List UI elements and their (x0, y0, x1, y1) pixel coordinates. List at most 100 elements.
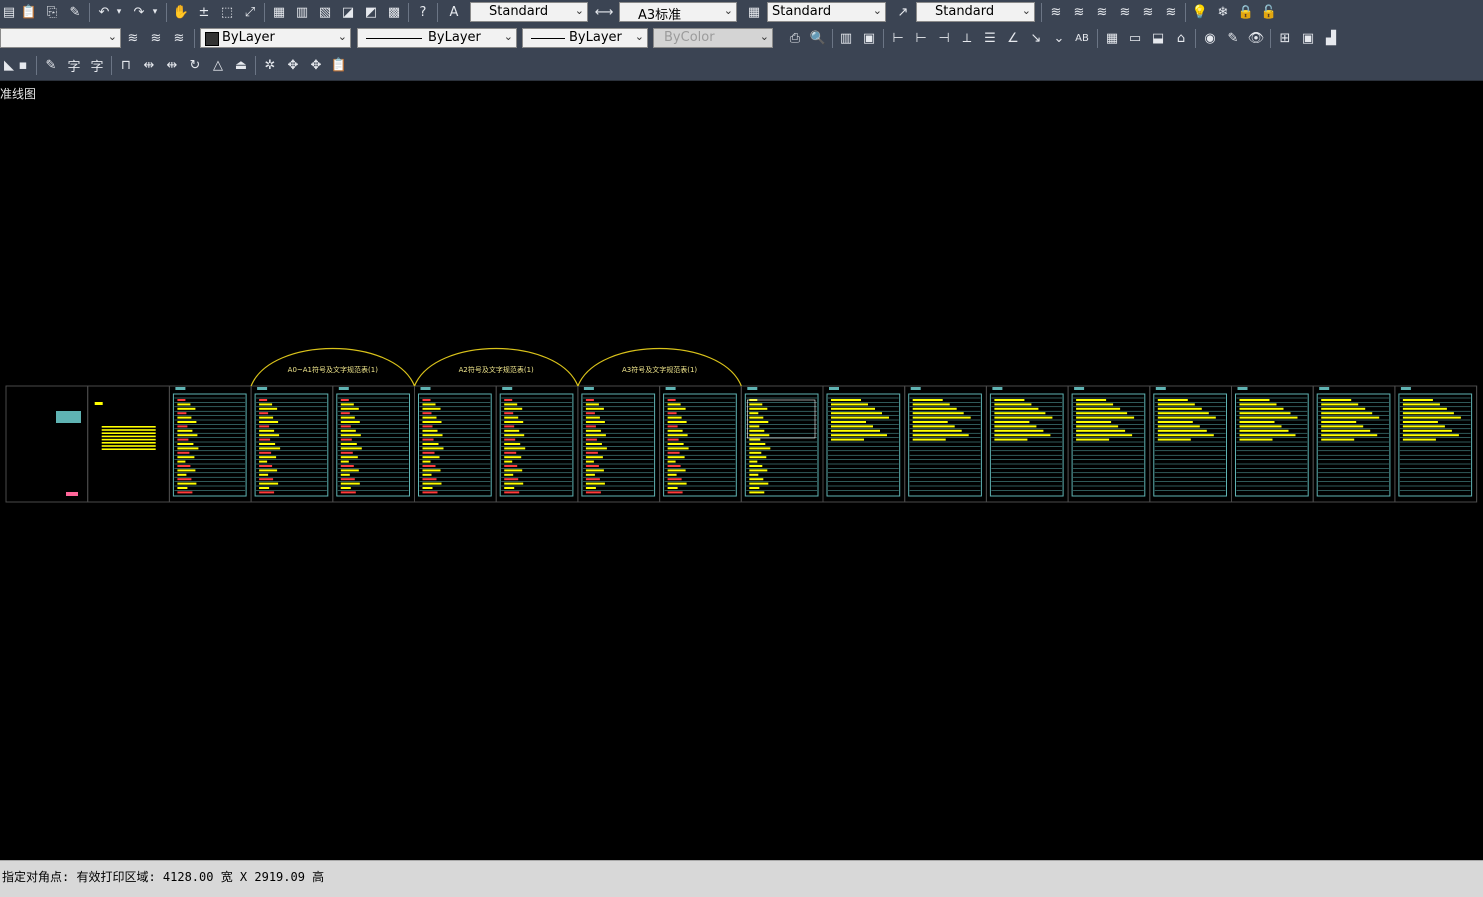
point-icon[interactable]: ▪ (14, 56, 32, 74)
sheet-text-line (259, 425, 270, 428)
paste-icon[interactable]: 📋 (20, 3, 38, 21)
sheet-text-line (1402, 438, 1436, 441)
insert-block-icon[interactable]: ⌂ (1172, 29, 1190, 47)
dim-text-edit-icon[interactable]: AB (1073, 29, 1091, 47)
match-properties-icon[interactable]: ✎ (66, 3, 84, 21)
text-find-icon[interactable]: 字 (88, 56, 106, 75)
design-center-icon[interactable]: ▥ (293, 3, 311, 21)
color-select[interactable]: ByLayer ⌄ (200, 28, 351, 48)
columns-icon[interactable]: ▥ (837, 29, 855, 47)
zoom-window-icon[interactable]: ⬚ (218, 3, 236, 21)
multileader-style-select[interactable]: Standard ⌄ (916, 2, 1035, 22)
layer-unisolate-icon[interactable]: ≋ (1116, 3, 1134, 21)
layer-previous-icon[interactable]: ≋ (170, 29, 188, 47)
redo-dropdown-icon[interactable]: ▾ (150, 3, 160, 21)
sheet-set-icon[interactable]: ◪ (339, 3, 357, 21)
new-file-icon[interactable]: ▤ (0, 3, 18, 21)
leader-icon[interactable]: ↘ (1027, 29, 1045, 47)
grid-icon[interactable]: ⊞ (1276, 29, 1294, 47)
zoom-previous-icon[interactable]: ⤢ (241, 3, 259, 21)
sheet-text-line (177, 451, 190, 454)
sheet-text-line (585, 451, 598, 454)
drawing-canvas[interactable]: 准线图 A0~A1符号及文字规范表(1) A2符号及文字规范表(1) A3符号及文字… (0, 81, 1483, 860)
sheet-text-line (1157, 412, 1209, 415)
chevron-down-icon: ⌄ (723, 4, 733, 17)
layer-off-icon[interactable]: 💡 (1191, 3, 1209, 21)
sheet-text-line (1076, 416, 1135, 419)
sheet-text-line (585, 491, 601, 494)
separator (166, 3, 167, 22)
table-style-select[interactable]: Standard ⌄ (767, 2, 886, 22)
edit-icon[interactable]: ✎ (1224, 29, 1242, 47)
align-icon[interactable]: ⏏ (232, 56, 250, 74)
mirror-icon[interactable]: △ (209, 56, 227, 74)
plot-style-value: ByColor (664, 30, 715, 45)
linetype-select[interactable]: ByLayer ⌄ (357, 28, 517, 48)
layer-match-icon[interactable]: ≋ (1139, 3, 1157, 21)
sheet-text-line (749, 434, 770, 437)
copy-move-icon[interactable]: ✥ (307, 56, 325, 74)
properties-icon[interactable]: ▦ (270, 3, 288, 21)
dim-space-icon[interactable]: ☰ (981, 29, 999, 47)
layer-freeze-icon[interactable]: ❄ (1214, 3, 1232, 21)
view-icon[interactable]: 👁 (1247, 29, 1265, 47)
layer-isolate-icon[interactable]: ≋ (1093, 3, 1111, 21)
character-icon[interactable]: 字 (65, 56, 83, 75)
frame-icon[interactable]: ▣ (860, 29, 878, 47)
clipboard-icon[interactable]: 📋 (330, 56, 348, 74)
calculator-icon[interactable]: ▩ (385, 3, 403, 21)
sheet-text-line (749, 482, 769, 485)
chart-icon[interactable]: ▟ (1322, 29, 1340, 47)
plot-preview-icon[interactable]: 🔍 (809, 29, 827, 47)
layer-state-icon[interactable]: ≋ (1047, 3, 1065, 21)
undo-icon[interactable]: ↶ (95, 3, 113, 21)
block-icon[interactable]: ⬓ (1149, 29, 1167, 47)
text-style-select[interactable]: Standard ⌄ (470, 2, 588, 22)
sheet-text-line (259, 473, 269, 476)
baseline-dim-icon[interactable]: ⊣ (935, 29, 953, 47)
markup-icon[interactable]: ◩ (362, 3, 380, 21)
sheet-text-line (422, 451, 435, 454)
sheet-text-line (1076, 425, 1119, 428)
make-current-layer-icon[interactable]: ≋ (147, 29, 165, 47)
layer-lock-icon[interactable]: 🔒 (1237, 3, 1255, 21)
extend-icon[interactable]: ⇹ (140, 56, 158, 74)
layer-change-icon[interactable]: ≋ (1162, 3, 1180, 21)
sheet-text-line (259, 438, 271, 441)
copy-format-icon[interactable]: ⎘ (43, 3, 61, 21)
rotate-icon[interactable]: ↻ (186, 56, 204, 74)
help-icon[interactable]: ? (414, 3, 432, 21)
tool-palettes-icon[interactable]: ▧ (316, 3, 334, 21)
table-icon[interactable]: ▦ (1103, 29, 1121, 47)
move-icon[interactable]: ✥ (284, 56, 302, 74)
lineweight-select[interactable]: ByLayer ⌄ (522, 28, 648, 48)
sheet-text-line (340, 407, 359, 410)
command-line[interactable]: 指定对角点: 有效打印区域: 4128.00 宽 X 2919.09 高 (0, 860, 1483, 897)
pan-icon[interactable]: ✋ (172, 3, 190, 21)
zoom-realtime-icon[interactable]: ± (195, 3, 213, 21)
sheet-text-line (259, 478, 274, 481)
layer-select[interactable]: ⌄ (0, 28, 121, 48)
redo-icon[interactable]: ↷ (130, 3, 148, 21)
sheet-text-line (1157, 425, 1200, 428)
aligned-dim-icon[interactable]: ⊢ (912, 29, 930, 47)
stretch-icon[interactable]: ⇹ (163, 56, 181, 74)
layer-previous-icon[interactable]: ≋ (1070, 3, 1088, 21)
text-edit-icon[interactable]: ✎ (42, 56, 60, 74)
viewport-icon[interactable]: ▣ (1299, 29, 1317, 47)
trim-icon[interactable]: ⊓ (117, 56, 135, 74)
sheet-title-tab (665, 387, 676, 390)
render-icon[interactable]: ◉ (1201, 29, 1219, 47)
measure-icon[interactable]: ▭ (1126, 29, 1144, 47)
explode-icon[interactable]: ✲ (261, 56, 279, 74)
angular-dim-icon[interactable]: ∠ (1004, 29, 1022, 47)
dim-style-select[interactable]: A3标准 ⌄ (619, 2, 737, 23)
continue-dim-icon[interactable]: ⟂ (958, 29, 976, 47)
plot-icon[interactable]: ⎙ (786, 29, 804, 47)
undo-dropdown-icon[interactable]: ▾ (114, 3, 124, 21)
sheet-text-line (259, 407, 278, 410)
tolerance-icon[interactable]: ⌄ (1050, 29, 1068, 47)
linear-dim-icon[interactable]: ⊢ (889, 29, 907, 47)
layer-properties-icon[interactable]: ≋ (124, 29, 142, 47)
layer-unlock-icon[interactable]: 🔓 (1260, 3, 1278, 21)
